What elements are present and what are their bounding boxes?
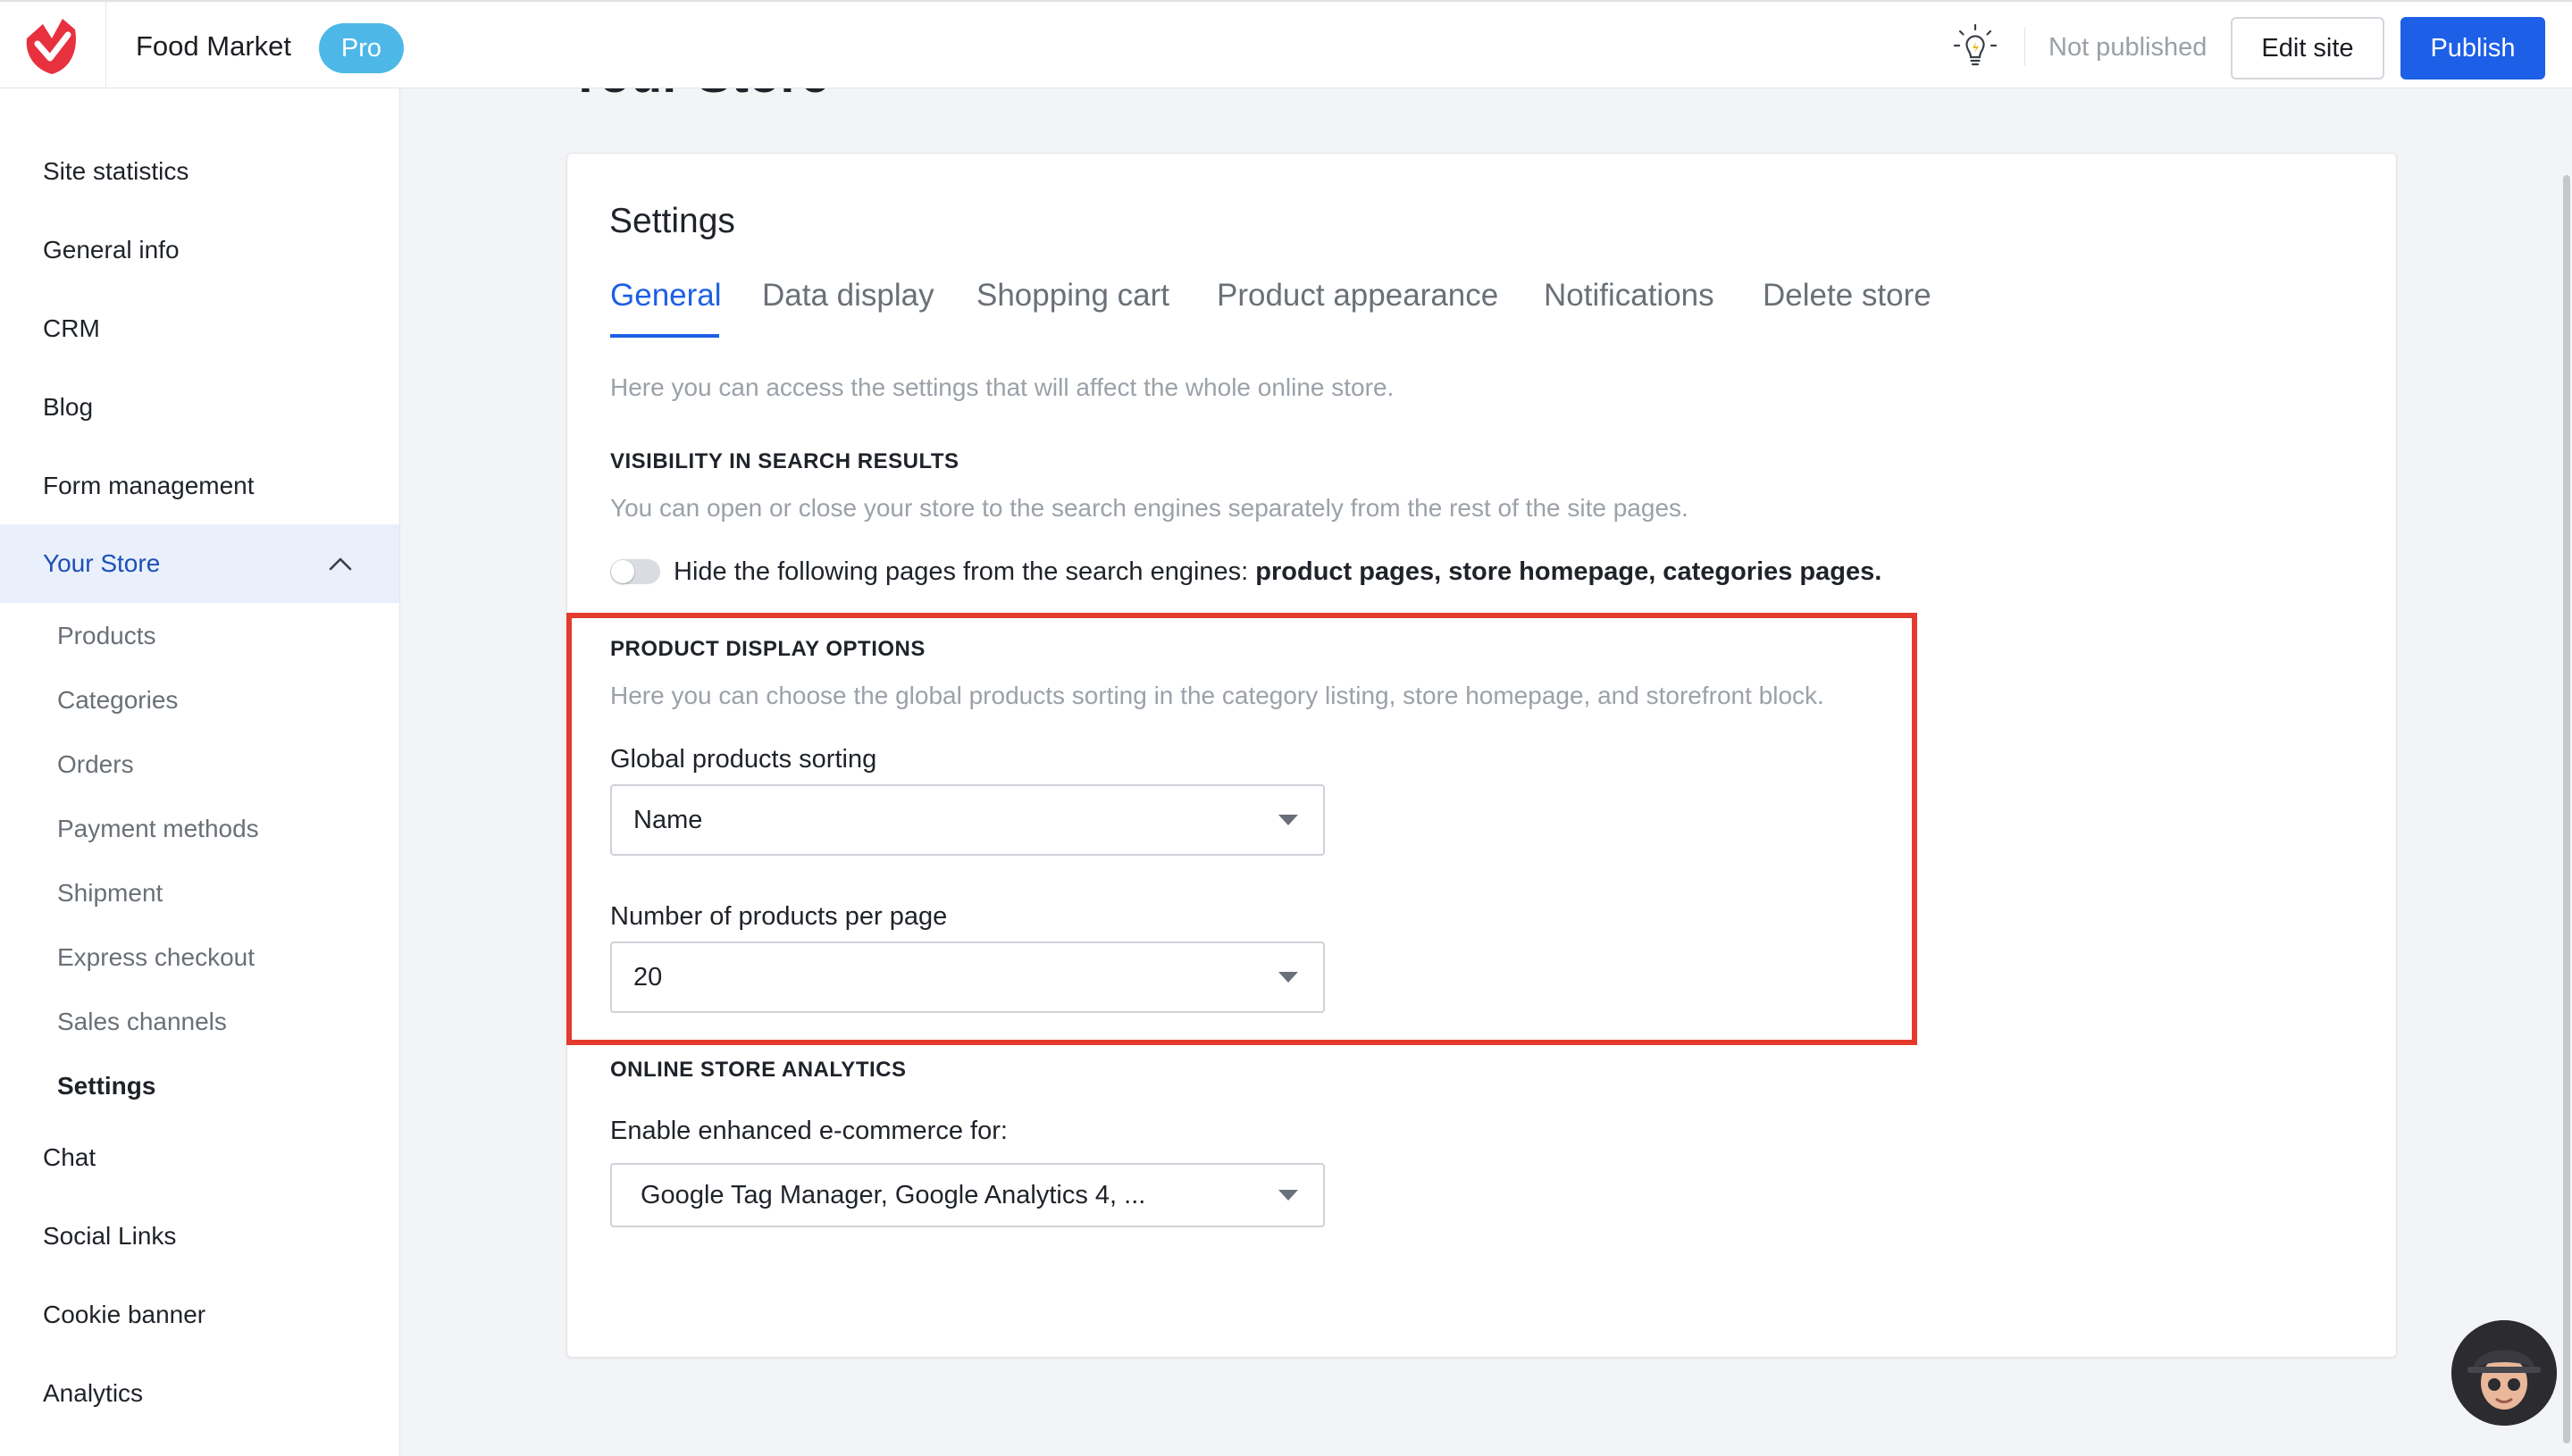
ecommerce-select[interactable]: Google Tag Manager, Google Analytics 4, … <box>610 1163 1325 1227</box>
caret-down-icon <box>1278 1190 1298 1201</box>
sidebar-subitem-settings[interactable]: Settings <box>57 1072 155 1100</box>
section-heading-analytics: ONLINE STORE ANALYTICS <box>610 1058 907 1082</box>
ecommerce-value: Google Tag Manager, Google Analytics 4, … <box>641 1181 1146 1209</box>
active-tab-indicator <box>610 334 719 338</box>
toggle-knob <box>611 560 634 583</box>
ecommerce-label: Enable enhanced e-commerce for: <box>610 1117 1008 1145</box>
divider <box>105 2 106 88</box>
top-bar: Food Market Pro Not published Edit site … <box>0 0 2572 88</box>
plan-badge: Pro <box>319 23 404 73</box>
divider <box>2024 27 2025 66</box>
sidebar-item-chat[interactable]: Chat <box>43 1143 96 1172</box>
sidebar-subitem-express-checkout[interactable]: Express checkout <box>57 943 255 972</box>
tab-product-appearance[interactable]: Product appearance <box>1217 278 1498 314</box>
sidebar-item-social-links[interactable]: Social Links <box>43 1222 176 1251</box>
sidebar-subitem-shipment[interactable]: Shipment <box>57 879 163 908</box>
sorting-select[interactable]: Name <box>610 784 1325 856</box>
per-page-label: Number of products per page <box>610 902 948 931</box>
tab-general[interactable]: General <box>610 278 722 314</box>
sidebar-item-cookie-banner[interactable]: Cookie banner <box>43 1301 205 1329</box>
toggle-text: Hide the following pages from the search… <box>674 557 1249 586</box>
scrollbar[interactable] <box>2563 175 2570 1443</box>
lightbulb-icon[interactable] <box>1953 23 1998 71</box>
tab-shopping-cart[interactable]: Shopping cart <box>976 278 1169 314</box>
sidebar-item-analytics[interactable]: Analytics <box>43 1379 143 1408</box>
settings-title: Settings <box>609 202 735 240</box>
tab-delete-store[interactable]: Delete store <box>1763 278 1931 314</box>
chevron-up-icon[interactable] <box>327 555 354 573</box>
support-chat-avatar[interactable] <box>2451 1320 2557 1426</box>
sidebar-subitem-payment-methods[interactable]: Payment methods <box>57 815 259 843</box>
publish-button[interactable]: Publish <box>2400 17 2545 79</box>
section-heading-product-display: PRODUCT DISPLAY OPTIONS <box>610 637 926 661</box>
tab-data-display[interactable]: Data display <box>762 278 934 314</box>
sorting-value: Name <box>633 806 703 834</box>
per-page-select[interactable]: 20 <box>610 941 1325 1013</box>
sidebar-item-form-management[interactable]: Form management <box>43 472 255 500</box>
caret-down-icon <box>1278 815 1298 825</box>
per-page-value: 20 <box>633 963 663 992</box>
tab-notifications[interactable]: Notifications <box>1544 278 1714 314</box>
toggle-pages: product pages, store homepage, categorie… <box>1255 557 1882 586</box>
hide-from-search-toggle[interactable] <box>610 559 660 584</box>
brand-logo-icon[interactable] <box>23 17 80 76</box>
sidebar: Site statistics General info CRM Blog Fo… <box>0 88 400 1456</box>
sidebar-item-crm[interactable]: CRM <box>43 314 100 343</box>
avatar-icon <box>2451 1320 2557 1426</box>
sidebar-item-blog[interactable]: Blog <box>43 393 93 422</box>
edit-site-button[interactable]: Edit site <box>2231 17 2384 79</box>
sidebar-subitem-categories[interactable]: Categories <box>57 686 178 715</box>
sidebar-subitem-sales-channels[interactable]: Sales channels <box>57 1008 227 1036</box>
settings-intro: Here you can access the settings that wi… <box>610 373 1395 401</box>
site-title: Food Market <box>136 30 292 62</box>
sidebar-subitem-products[interactable]: Products <box>57 622 156 650</box>
product-display-description: Here you can choose the global products … <box>610 682 1824 709</box>
publish-status: Not published <box>2048 33 2208 62</box>
sorting-label: Global products sorting <box>610 745 877 774</box>
section-heading-visibility: VISIBILITY IN SEARCH RESULTS <box>610 449 959 473</box>
caret-down-icon <box>1278 972 1298 983</box>
sidebar-item-site-statistics[interactable]: Site statistics <box>43 157 189 186</box>
sidebar-subitem-orders[interactable]: Orders <box>57 750 134 779</box>
sidebar-item-label: Your Store <box>43 549 161 577</box>
visibility-description: You can open or close your store to the … <box>610 494 1688 522</box>
hide-from-search-label: Hide the following pages from the search… <box>674 557 1881 587</box>
sidebar-item-general-info[interactable]: General info <box>43 236 180 264</box>
